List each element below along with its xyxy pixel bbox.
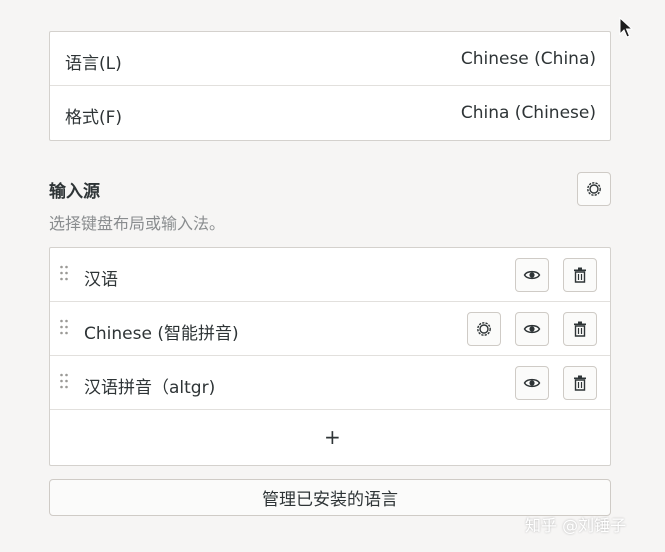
input-sources-title: 输入源 xyxy=(49,182,100,202)
manage-installed-languages-button[interactable]: 管理已安装的语言 xyxy=(49,479,611,516)
trash-icon xyxy=(574,321,586,337)
gear-icon xyxy=(587,182,601,196)
trash-icon xyxy=(574,375,586,391)
language-row[interactable]: 语言(L) Chinese (China) xyxy=(50,32,610,86)
eye-icon xyxy=(523,378,541,388)
input-sources-settings-button[interactable] xyxy=(577,172,611,206)
watermark: 知乎 @刘锤子 xyxy=(525,516,627,535)
language-label: 语言(L) xyxy=(65,54,122,74)
format-label: 格式(F) xyxy=(65,108,123,128)
language-format-card: 语言(L) Chinese (China) 格式(F) China (Chine… xyxy=(49,31,611,141)
settings-button[interactable] xyxy=(467,312,501,346)
format-row[interactable]: 格式(F) China (Chinese) xyxy=(50,86,610,140)
trash-icon xyxy=(574,267,586,283)
format-value: China (Chinese) xyxy=(460,103,596,123)
preview-button[interactable] xyxy=(515,366,549,400)
drag-handle-icon[interactable] xyxy=(59,319,69,335)
language-value: Chinese (China) xyxy=(460,49,596,69)
add-icon: + xyxy=(324,425,341,449)
input-source-label: 汉语拼音（altgr) xyxy=(84,378,216,398)
gear-icon xyxy=(477,322,491,336)
remove-button[interactable] xyxy=(563,312,597,346)
remove-button[interactable] xyxy=(563,258,597,292)
input-source-label: 汉语 xyxy=(84,270,118,290)
input-source-item[interactable]: 汉语拼音（altgr) xyxy=(50,356,610,410)
drag-handle-icon[interactable] xyxy=(59,265,69,281)
add-input-source-row[interactable]: + xyxy=(50,410,610,464)
mouse-cursor-icon xyxy=(619,17,633,38)
input-source-label: Chinese (智能拼音) xyxy=(84,324,239,344)
drag-handle-icon[interactable] xyxy=(59,373,69,389)
input-source-item[interactable]: Chinese (智能拼音) xyxy=(50,302,610,356)
input-source-item[interactable]: 汉语 xyxy=(50,248,610,302)
input-sources-subtitle: 选择键盘布局或输入法。 xyxy=(49,214,226,233)
preview-button[interactable] xyxy=(515,258,549,292)
eye-icon xyxy=(523,324,541,334)
input-sources-list: 汉语 Chinese (智能拼音) 汉语拼音（altgr) + xyxy=(49,247,611,466)
eye-icon xyxy=(523,270,541,280)
preview-button[interactable] xyxy=(515,312,549,346)
remove-button[interactable] xyxy=(563,366,597,400)
